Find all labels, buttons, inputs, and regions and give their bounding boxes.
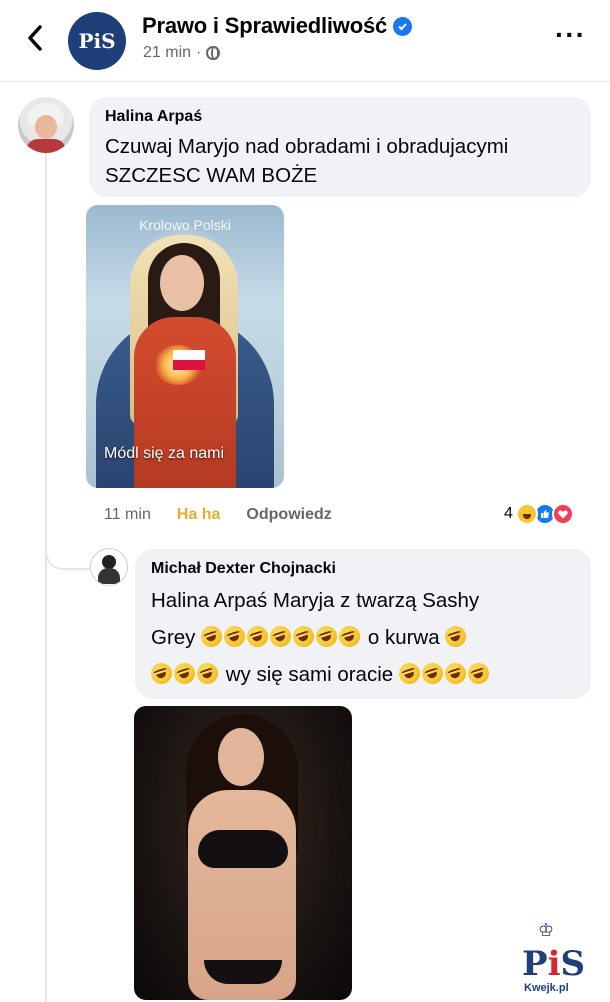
verified-badge-icon bbox=[393, 16, 413, 36]
love-reaction-icon bbox=[551, 503, 574, 525]
rofl-emoji-icon bbox=[221, 623, 248, 650]
comment-text-word: o kurwa bbox=[367, 626, 440, 649]
comment-bubble: Michał Dexter Chojnacki Halina Arpaś Mar… bbox=[135, 549, 591, 699]
comment-text-line: Grey o kurwa bbox=[151, 619, 575, 656]
rofl-emoji-icon bbox=[267, 623, 294, 650]
comment-text-word: Grey bbox=[151, 626, 196, 649]
rofl-emoji-icon bbox=[419, 660, 446, 687]
logo-text: PiS bbox=[522, 944, 586, 984]
back-arrow-icon[interactable] bbox=[22, 18, 48, 58]
rofl-emoji-icon bbox=[396, 660, 423, 687]
comment-author[interactable]: Michał Dexter Chojnacki bbox=[151, 560, 575, 578]
comment-actions: 11 min Ha ha Odpowiedz bbox=[104, 506, 332, 524]
comment-text-line: Czuwaj Maryjo nad obradami i obradujacym… bbox=[105, 135, 509, 158]
rofl-emoji-icon bbox=[465, 660, 492, 687]
rofl-emoji-icon bbox=[148, 660, 175, 687]
crown-icon: ♔ bbox=[538, 920, 555, 940]
rofl-emoji-icon bbox=[194, 660, 221, 687]
avatar[interactable] bbox=[18, 97, 74, 153]
page-name[interactable]: Prawo i Sprawiedliwość bbox=[142, 13, 387, 39]
rofl-emoji-icon bbox=[171, 660, 198, 687]
page-avatar[interactable]: PiS bbox=[68, 12, 126, 70]
haha-reaction-icon bbox=[515, 503, 538, 525]
image-caption-text: Módl się za nami bbox=[104, 445, 225, 462]
post-time[interactable]: 21 min bbox=[143, 44, 191, 62]
reply-connector bbox=[45, 524, 90, 570]
reaction-summary[interactable]: 4 bbox=[504, 503, 574, 525]
rofl-emoji-icon bbox=[244, 623, 271, 650]
image-title-text: Krolowo Polski bbox=[139, 217, 231, 233]
more-options-icon[interactable]: ··· bbox=[555, 21, 586, 49]
comment-text-line: wy się sami oracie bbox=[148, 656, 575, 693]
reaction-count: 4 bbox=[504, 505, 513, 522]
watermark-site: Kwejk.pl bbox=[524, 982, 569, 994]
page-name-row[interactable]: Prawo i Sprawiedliwość bbox=[142, 13, 413, 39]
comment-text-word: wy się sami oracie bbox=[225, 663, 394, 686]
rofl-emoji-icon bbox=[313, 623, 340, 650]
rofl-emoji-icon bbox=[442, 660, 469, 687]
comment-text-line: SZCZESC WAM BOŻE bbox=[105, 164, 318, 187]
rofl-emoji-icon bbox=[290, 623, 317, 650]
globe-icon bbox=[206, 46, 221, 60]
watermark-logo: ♔ PiS Kwejk.pl bbox=[516, 914, 606, 1000]
comment-image[interactable]: Krolowo Polski Módl się za nami bbox=[86, 205, 284, 488]
reply-button[interactable]: Odpowiedz bbox=[246, 506, 331, 524]
comment-time[interactable]: 11 min bbox=[104, 506, 151, 524]
comment-bubble: Halina Arpaś Czuwaj Maryjo nad obradami … bbox=[89, 97, 591, 197]
comment-author[interactable]: Halina Arpaś bbox=[105, 108, 575, 126]
post-header: PiS Prawo i Sprawiedliwość 21 min · ··· bbox=[0, 0, 610, 82]
rofl-emoji-icon bbox=[336, 623, 363, 650]
meta-separator: · bbox=[196, 44, 202, 61]
flag-icon bbox=[173, 350, 205, 370]
comment-image[interactable] bbox=[134, 706, 352, 1000]
rofl-emoji-icon bbox=[198, 623, 225, 650]
comment-text: Halina Arpaś Maryja z twarzą Sashy Grey … bbox=[148, 582, 575, 693]
avatar[interactable] bbox=[90, 548, 128, 586]
comment-text-line: Halina Arpaś Maryja z twarzą Sashy bbox=[151, 589, 480, 612]
thread-line bbox=[45, 152, 47, 1002]
page-avatar-text: PiS bbox=[78, 29, 116, 53]
post-meta: 21 min · bbox=[143, 44, 221, 62]
rofl-emoji-icon bbox=[442, 623, 470, 650]
reaction-button[interactable]: Ha ha bbox=[177, 506, 221, 524]
comment-text: Czuwaj Maryjo nad obradami i obradujacym… bbox=[105, 132, 575, 190]
